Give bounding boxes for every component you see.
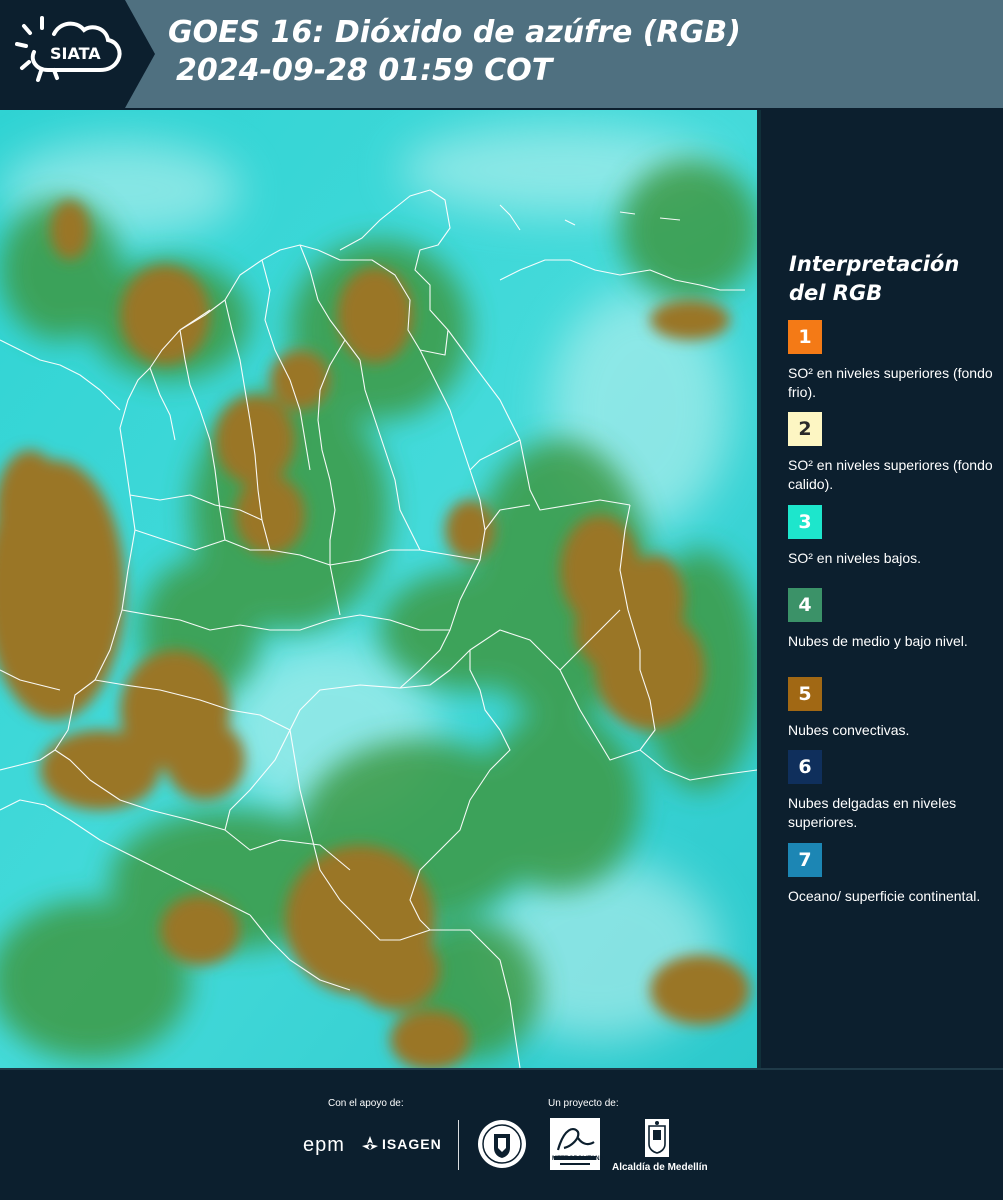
legend-item-7: 7 Oceano/ superficie continental. [788,843,993,906]
footer-divider [458,1120,459,1170]
legend-item-5: 5 Nubes convectivas. [788,677,993,740]
legend-item-6: 6 Nubes delgadas en niveles superiores. [788,750,993,832]
legend-swatch: 2 [788,412,822,446]
logo-block: SIATA [0,0,155,108]
area-metropolitana-label: METROPOLITANA [552,1156,604,1162]
page-title: GOES 16: Dióxido de azúfre (RGB) 2024-09… [168,14,741,90]
support-label: Con el apoyo de: [328,1098,404,1109]
legend-item-1: 1 SO² en niveles superiores (fondo frio). [788,320,993,402]
legend-label: Oceano/ superficie continental. [788,888,981,904]
area-metropolitana-logo-icon [550,1118,600,1174]
medellin-seal-icon [476,1118,528,1174]
epm-logo: epm [303,1134,345,1156]
legend-label: Nubes convectivas. [788,722,910,738]
project-label: Un proyecto de: [548,1098,619,1109]
legend-label: Nubes delgadas en niveles superiores. [788,795,957,830]
legend-label: SO² en niveles bajos. [788,550,922,566]
satellite-map [0,110,757,1068]
logo-text: SIATA [50,44,101,63]
legend-swatch: 4 [788,588,822,622]
isagen-logo-icon [360,1134,380,1158]
legend-title: Interpretación del RGB [789,252,960,305]
title-line-1: GOES 16: Dióxido de azúfre (RGB) [168,15,741,50]
satellite-image [0,110,757,1068]
isagen-logo: ISAGEN [382,1136,442,1152]
legend-item-3: 3 SO² en niveles bajos. [788,505,993,568]
legend-item-2: 2 SO² en niveles superiores (fondo calido… [788,412,993,494]
header-band: SIATA GOES 16: Dióxido de azúfre (RGB) 2… [0,0,1003,108]
legend-swatch: 3 [788,505,822,539]
legend-label: SO² en niveles superiores (fondo frio). [788,365,993,400]
legend-panel: Interpretación del RGB 1 SO² en niveles s… [761,110,1003,1068]
legend-swatch: 1 [788,320,822,354]
legend-swatch: 7 [788,843,822,877]
legend-swatch: 6 [788,750,822,784]
legend-label: Nubes de medio y bajo nivel. [788,633,968,649]
legend-label: SO² en niveles superiores (fondo calido)… [788,457,993,492]
title-line-2: 2024-09-28 01:59 COT [176,53,553,88]
legend-swatch: 5 [788,677,822,711]
legend-item-4: 4 Nubes de medio y bajo nivel. [788,588,993,651]
footer: Con el apoyo de: Un proyecto de: epm ISA… [0,1068,1003,1200]
alcaldia-crest-icon [644,1118,670,1162]
alcaldia-label: Alcaldía de Medellín [612,1162,708,1173]
